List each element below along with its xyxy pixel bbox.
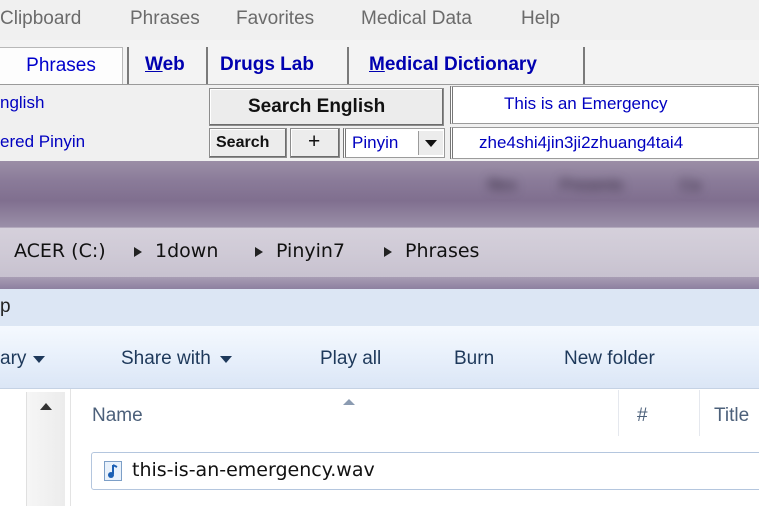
aero-titlebar [0,161,759,227]
chevron-down-icon[interactable] [418,131,443,155]
address-bar[interactable] [0,227,759,278]
column-separator[interactable] [618,390,619,436]
search-english-button[interactable]: Search English [209,88,444,126]
tab-medical-label: edical Dictionary [384,54,537,75]
column-name[interactable]: Name [92,405,143,427]
blurred-text: files [488,177,517,194]
pinyin-result-field[interactable]: zhe4shi4jin3ji2zhuang4tai4 [450,127,759,159]
english-label: nglish [0,93,45,112]
chevron-down-icon [33,356,46,363]
library-label: ary [0,348,27,369]
pinyin-label: ered Pinyin [0,132,86,151]
navigation-scrollbar[interactable] [26,392,65,506]
plus-button-label: + [308,130,321,153]
triangle-right-icon[interactable] [383,245,393,263]
library-dropdown[interactable]: ary [0,348,46,370]
search-button-label: Search [216,134,270,151]
menu-medical-data[interactable]: Medical Data [361,8,472,30]
tab-web-label: eb [162,54,185,75]
menu-clipboard[interactable]: Clipboard [0,8,81,30]
tab-phrases[interactable]: Phrases [0,47,123,84]
chevron-down-icon [219,356,232,363]
breadcrumb-pinyin7[interactable]: Pinyin7 [276,240,345,262]
english-result-field[interactable]: This is an Emergency [450,86,759,124]
breadcrumb-phrases[interactable]: Phrases [405,240,479,262]
file-name: this-is-an-emergency.wav [132,459,375,481]
pinyin-select-value: Pinyin [352,133,399,152]
tab-medical-dictionary[interactable]: Medical Dictionary [369,47,537,83]
tab-web-accesskey: W [145,54,163,75]
tab-separator [206,47,208,84]
plus-button[interactable]: + [290,128,340,158]
scroll-up-icon[interactable] [39,401,53,411]
explorer-title-fragment: p [0,296,11,317]
frame-gap [0,277,759,289]
tab-drugs-lab[interactable]: Drugs Lab [220,47,314,83]
search-english-label: Search English [248,96,386,117]
blurred-text: Ca [680,177,701,194]
burn-button[interactable]: Burn [454,348,494,370]
share-with-button[interactable]: Share with [121,348,233,370]
tab-separator [347,47,349,84]
search-button[interactable]: Search [209,128,287,158]
explorer-title-strip [0,289,759,327]
column-separator[interactable] [699,390,700,436]
menu-favorites[interactable]: Favorites [236,8,314,30]
column-title[interactable]: Title [714,405,749,427]
english-result-text: This is an Emergency [504,94,668,113]
column-number[interactable]: # [637,405,648,427]
share-with-label: Share with [121,348,211,369]
breadcrumb-drive[interactable]: ACER (C:) [14,240,106,262]
breadcrumb-1down[interactable]: 1down [155,240,218,262]
tab-web[interactable]: Web [145,47,185,83]
tab-medical-accesskey: M [369,54,385,75]
list-item[interactable]: this-is-an-emergency.wav [91,452,759,490]
blurred-text: Presents [560,177,624,194]
tab-separator [127,47,129,84]
tab-separator [583,47,585,84]
play-all-button[interactable]: Play all [320,348,381,370]
sort-ascending-icon [342,393,356,411]
triangle-right-icon[interactable] [133,245,143,263]
pinyin-result-text: zhe4shi4jin3ji2zhuang4tai4 [479,133,684,152]
triangle-right-icon[interactable] [254,245,264,263]
menu-phrases[interactable]: Phrases [130,8,200,30]
music-note-icon [104,461,122,481]
menu-help[interactable]: Help [521,8,560,30]
pinyin-select[interactable]: Pinyin [343,128,445,158]
new-folder-button[interactable]: New folder [564,348,655,370]
